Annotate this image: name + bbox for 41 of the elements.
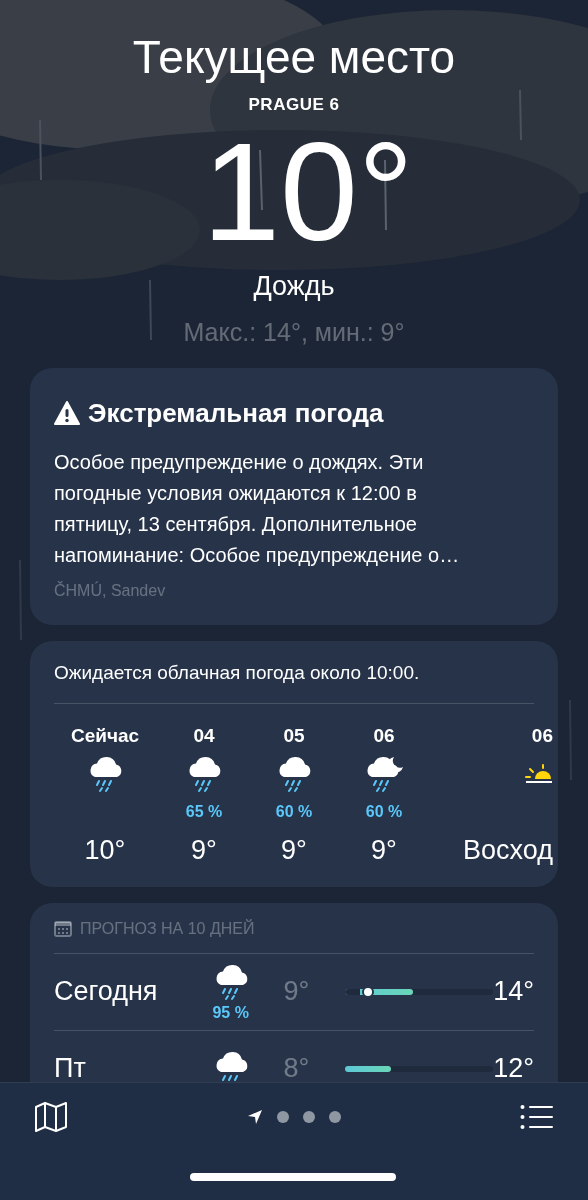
alert-text: Особое предупреждение о дождях. Эти погодные условия ожидаются к 12:00 в пятницу, 13 сентября. Дополнительное напоминание: Особое предупреждение о… [54,449,461,568]
map-button[interactable] [34,1101,68,1133]
menu-button[interactable] [520,1104,554,1130]
location-name: PRAGUE 6 [247,94,341,116]
page-dot[interactable] [303,1111,315,1123]
location-arrow-icon[interactable] [247,1109,263,1125]
alert-title: Экстремальная погода [88,396,384,430]
high-temperature: 12° [493,1052,534,1082]
high-temperature: 14° [493,975,534,1009]
page-dot[interactable] [329,1111,341,1123]
precipitation-chance: 65 % [185,802,223,820]
precipitation-chance: 60 % [275,802,313,820]
precipitation-chance: 60 % [365,802,403,820]
menu-icon [520,1104,554,1130]
hour-temperature: 9° [371,834,397,867]
hour-label: 06 [531,724,553,748]
hour-label: 04 [193,724,215,748]
hour-temperature: 9° [191,834,217,867]
forecast-summary: Ожидается облачная погода около 10:00. [53,660,421,685]
page-dot[interactable] [277,1111,289,1123]
low-temperature: 8° [283,1052,311,1082]
hour-temperature: Восход [463,834,553,867]
alert-card[interactable]: Экстремальная погода Особое предупреждение о дождях. Эти погодные условия ожидаются к 12:00 в пятницу, 13 сентября. Дополнительное напоминание: Особое предупреждение о… ČHMÚ, Sandev [30,367,558,625]
current-temperature: 10° [201,121,415,262]
precipitation-chance: 95 % [212,1002,249,1021]
hour-temperature: 10° [84,834,126,867]
sunrise-icon [525,764,553,784]
day-label: Пт [54,1052,87,1082]
hour-label: Сейчас [70,724,140,748]
low-temperature: 9° [283,975,311,1009]
alert-source: ČHMÚ, Sandev [54,580,167,601]
hour-temperature: 9° [281,834,307,867]
weather-condition: Дождь [252,269,336,303]
high-low-temperature: Макс.: 14°, мин.: 9° [182,317,406,348]
calendar-icon [54,920,72,937]
map-icon [34,1101,68,1133]
day-label: Сегодня [54,975,159,1009]
hour-label: 05 [283,724,305,748]
warning-icon [54,401,80,425]
section-heading: ПРОГНОЗ НА 10 ДНЕЙ [80,918,255,939]
hour-label: 06 [373,724,395,748]
